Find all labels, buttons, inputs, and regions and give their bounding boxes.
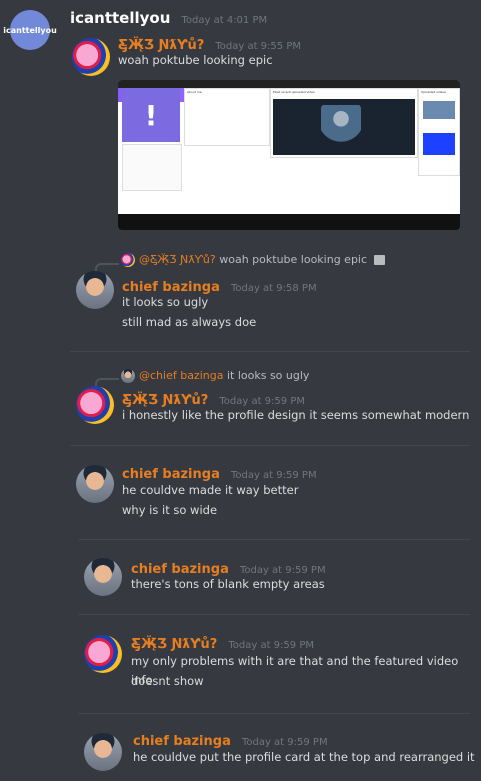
embed-thumb-2 [423, 133, 455, 155]
image-attachment[interactable]: ! About me Most recent uploaded video Up… [118, 80, 460, 230]
reply-preview[interactable]: @chief bazinga it looks so ugly [139, 369, 309, 382]
embed-uploaded-card: Uploaded videos [418, 88, 460, 176]
embed-uploaded-label: Uploaded videos [421, 90, 446, 94]
avatar-text: icanttellyou [3, 25, 57, 35]
embed-video-player [273, 99, 415, 155]
message-text: there's tons of blank empty areas [131, 577, 325, 591]
divider [78, 614, 470, 615]
message-meta: Ƹ̵̡Ӝ̵̨̄Ʒ ƝƛƳů? Today at 9:59 PM [131, 633, 314, 652]
message-text: still mad as always doe [122, 315, 257, 329]
message-text: he couldve put the profile card at the t… [133, 750, 475, 764]
avatar[interactable] [84, 558, 122, 596]
message-text: doesnt show [131, 674, 204, 688]
timestamp: Today at 9:58 PM [230, 283, 317, 294]
divider [70, 445, 470, 446]
timestamp: Today at 9:59 PM [241, 737, 328, 748]
embed-navbar [118, 80, 460, 88]
avatar[interactable]: icanttellyou [3, 10, 57, 50]
avatar[interactable] [84, 635, 122, 673]
embed-thumb-1 [423, 101, 455, 119]
avatar[interactable] [76, 271, 114, 309]
embed-featured-label: Most recent uploaded video [273, 90, 315, 94]
timestamp: Today at 4:01 PM [181, 15, 268, 26]
image-icon [373, 255, 385, 265]
message-text: i honestly like the profile design it se… [122, 408, 470, 422]
timestamp: Today at 9:59 PM [230, 470, 317, 481]
message-header: icanttellyou Today at 4:01 PM [70, 8, 267, 27]
message-meta: chief bazinga Today at 9:59 PM [133, 730, 328, 749]
author-name[interactable]: chief bazinga [133, 734, 231, 749]
message-text: it looks so ugly [122, 295, 209, 309]
reply-preview[interactable]: @Ƹ̵̡Ӝ̵̨̄Ʒ ƝƛƳů? woah poktube looking epi… [139, 253, 385, 266]
embed-avatar-icon: ! [122, 88, 180, 142]
author-name[interactable]: chief bazinga [122, 467, 220, 482]
avatar[interactable] [76, 465, 114, 503]
reply-author: @Ƹ̵̡Ӝ̵̨̄Ʒ ƝƛƳů? [139, 253, 216, 266]
embed-about-label: About me [187, 90, 202, 94]
message-text: why is it so wide [122, 503, 218, 517]
username[interactable]: icanttellyou [70, 9, 170, 27]
reply-avatar [121, 369, 135, 383]
divider [78, 539, 470, 540]
divider [70, 351, 470, 352]
reply-text: it looks so ugly [226, 369, 310, 382]
divider [78, 713, 470, 714]
message-text: he couldve made it way better [122, 483, 299, 497]
avatar[interactable] [72, 38, 110, 76]
timestamp: Today at 9:59 PM [228, 640, 314, 651]
reply-text: woah poktube looking epic [219, 253, 368, 266]
embed-footer [118, 214, 460, 230]
embed-about-card: About me [184, 88, 270, 146]
avatar[interactable] [76, 386, 114, 424]
embed-featured-card: Most recent uploaded video [270, 88, 418, 158]
embed-video-thumbnail [321, 105, 361, 151]
avatar[interactable] [84, 733, 122, 771]
reply-avatar [121, 253, 135, 267]
embed-profile-card [122, 144, 182, 191]
author-name[interactable]: Ƹ̵̡Ӝ̵̨̄Ʒ ƝƛƳů? [131, 637, 217, 652]
message-text: woah poktube looking epic [118, 53, 273, 67]
message-meta: chief bazinga Today at 9:59 PM [122, 463, 317, 482]
reply-author: @chief bazinga [139, 369, 224, 382]
